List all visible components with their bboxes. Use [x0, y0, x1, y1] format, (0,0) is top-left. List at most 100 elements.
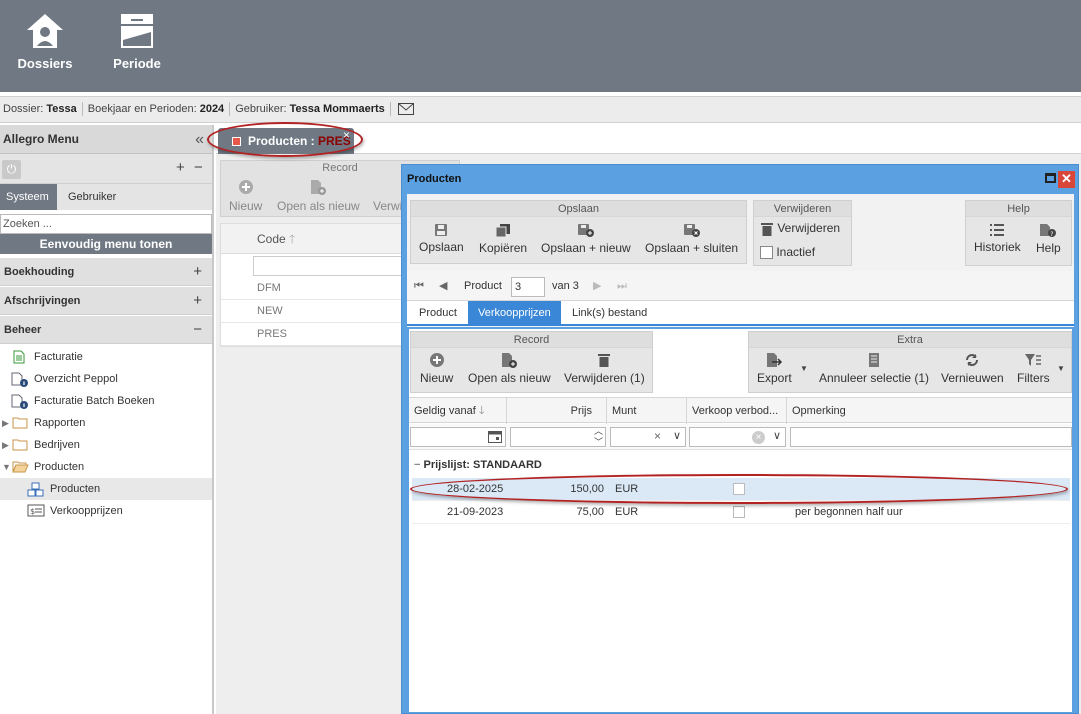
chevron-right-icon[interactable]: ▶ [2, 434, 9, 456]
checkbox-icon[interactable] [760, 246, 773, 260]
sidebar-item-producten[interactable]: Producten [0, 478, 212, 500]
section-boekhouding[interactable]: Boekhouding + [0, 257, 212, 286]
table-row[interactable]: 21-09-2023 75,00 EUR per begonnen half u… [412, 501, 1070, 524]
opslaan-button[interactable]: Opslaan [419, 223, 464, 254]
clear-icon[interactable]: × [654, 429, 661, 443]
column-opmerking[interactable]: Opmerking [787, 398, 1072, 424]
close-icon[interactable]: ✕ [1058, 171, 1075, 188]
expand-icon[interactable]: + [193, 258, 202, 286]
price-filter-input[interactable]: ︿ ﹀ [510, 426, 606, 448]
table-row[interactable]: DFM [221, 277, 409, 300]
search-input[interactable]: Zoeken ... [0, 214, 212, 234]
dossiers-button[interactable]: Dossiers [5, 12, 85, 71]
opmerking-filter-input[interactable] [790, 427, 1072, 447]
verbod-checkbox[interactable] [733, 483, 745, 495]
expand-icon[interactable]: + [193, 287, 202, 315]
group-label: Prijslijst: STANDAARD [423, 459, 542, 471]
close-icon[interactable]: × [343, 122, 350, 148]
previous-record-icon[interactable]: ◀ [439, 271, 447, 301]
tab-verkoopprijzen[interactable]: Verkoopprijzen [468, 301, 561, 326]
sidebar-item-producten-folder[interactable]: ▼ Producten [0, 456, 212, 478]
currency-filter-select[interactable]: × ∨ [610, 427, 686, 447]
last-record-icon[interactable]: ⏭ [617, 271, 627, 301]
column-verkoop-verbod[interactable]: Verkoop verbod... [687, 398, 787, 424]
date-filter-input[interactable] [410, 427, 506, 447]
bg-open-als-nieuw-button[interactable]: Open als nieuw [277, 179, 360, 213]
sidebar-item-facturatie-batch-boeken[interactable]: Facturatie Batch Boeken [0, 390, 212, 412]
collapse-icon[interactable]: « [195, 125, 204, 154]
calendar-icon[interactable] [488, 431, 502, 443]
mail-icon[interactable] [397, 103, 414, 116]
annuleer-selectie-button[interactable]: Annuleer selectie (1) [819, 352, 929, 385]
section-afschrijvingen[interactable]: Afschrijvingen + [0, 286, 212, 315]
clear-icon[interactable]: × [752, 431, 765, 444]
chevron-right-icon[interactable]: ▶ [2, 412, 9, 434]
record-group: Record Nieuw Open als nieuw Verwijderen … [410, 331, 653, 393]
open-als-nieuw-button[interactable]: Open als nieuw [468, 352, 551, 385]
kopieren-button[interactable]: Kopiëren [479, 223, 527, 255]
tab-gebruiker[interactable]: Gebruiker [62, 184, 122, 210]
checkbox-label: Inactief [776, 245, 816, 259]
sidebar-item-facturatie[interactable]: Facturatie [0, 346, 212, 368]
bg-nieuw-button[interactable]: Nieuw [229, 179, 262, 213]
sidebar-item-verkoopprijzen[interactable]: $ Verkoopprijzen [0, 500, 212, 522]
producten-dialog: Producten ✕ Opslaan Opslaan Kopiëren Ops… [401, 164, 1079, 714]
opslaan-nieuw-button[interactable]: Opslaan + nieuw [541, 223, 631, 255]
table-row[interactable]: PRES [221, 323, 409, 346]
group-row[interactable]: − Prijslijst: STANDAARD [409, 454, 542, 476]
table-row[interactable]: 28-02-2025 150,00 EUR [412, 478, 1070, 501]
opslaan-sluiten-button[interactable]: Opslaan + sluiten [645, 223, 738, 255]
verwijderen-button[interactable]: Verwijderen [760, 221, 840, 237]
maximize-icon[interactable] [1045, 173, 1056, 183]
tab-links-bestand[interactable]: Link(s) bestand [562, 301, 657, 326]
sidebar-item-bedrijven[interactable]: ▶ Bedrijven [0, 434, 212, 456]
collapse-all-icon[interactable]: − [194, 159, 203, 176]
chevron-down-icon[interactable]: ▼ [2, 456, 11, 478]
periode-button[interactable]: Periode [97, 12, 177, 71]
svg-text:$: $ [30, 507, 35, 516]
verbod-checkbox[interactable] [733, 506, 745, 518]
first-record-icon[interactable]: ⏮ [414, 271, 424, 301]
bg-verwijderen-button[interactable]: Verwi [373, 179, 402, 213]
power-icon[interactable]: ⏻ [2, 160, 21, 179]
code-filter-input[interactable] [253, 256, 409, 276]
chevron-down-icon[interactable]: ∨ [673, 429, 681, 442]
dropdown-icon[interactable]: ▼ [1057, 364, 1065, 373]
section-label: Boekhouding [4, 266, 75, 278]
record-number-input[interactable]: 3 [511, 277, 545, 297]
sidebar-item-overzicht-peppol[interactable]: Overzicht Peppol [0, 368, 212, 390]
inactief-checkbox[interactable]: Inactief [760, 245, 816, 260]
column-munt[interactable]: Munt [607, 398, 687, 424]
historiek-button[interactable]: Historiek [974, 223, 1021, 254]
verwijderen-selection-button[interactable]: Verwijderen (1) [564, 352, 645, 385]
vernieuwen-button[interactable]: Vernieuwen [941, 352, 1004, 385]
filter-icon [1025, 354, 1042, 366]
nieuw-button[interactable]: Nieuw [420, 352, 453, 385]
tab-systeem[interactable]: Systeem [0, 184, 57, 210]
simple-menu-button[interactable]: Eenvoudig menu tonen [0, 234, 212, 254]
verbod-filter-select[interactable]: × ∨ [689, 427, 786, 447]
column-geldig-vanaf[interactable]: Geldig vanaf 🡓 [409, 398, 507, 424]
chevron-down-icon[interactable]: ∨ [773, 429, 781, 442]
collapse-icon[interactable]: − [414, 459, 420, 471]
stepper-icon[interactable]: ︿ ﹀ [594, 426, 603, 448]
next-record-icon[interactable]: ▶ [593, 271, 601, 301]
sidebar-item-label: Rapporten [34, 417, 86, 429]
help-button[interactable]: ? Help [1036, 223, 1061, 255]
sidebar-item-rapporten[interactable]: ▶ Rapporten [0, 412, 212, 434]
filters-button[interactable]: Filters [1017, 352, 1050, 385]
button-label: Verwijderen (1) [564, 371, 645, 385]
export-button[interactable]: Export [757, 352, 792, 385]
table-row[interactable]: NEW [221, 300, 409, 323]
tab-product[interactable]: Product [409, 301, 467, 326]
expand-all-icon[interactable]: + [176, 159, 185, 176]
code-column-header[interactable]: Code 🡑 [221, 224, 409, 254]
cell-price: 150,00 [570, 483, 604, 495]
section-beheer[interactable]: Beheer − [0, 315, 212, 344]
column-prijs[interactable]: Prijs [507, 398, 607, 424]
collapse-icon[interactable]: − [193, 316, 202, 344]
tab-producten-pres[interactable]: Producten : PRES × [218, 128, 354, 154]
sidebar-item-label: Overzicht Peppol [34, 373, 118, 385]
dropdown-icon[interactable]: ▼ [800, 364, 808, 373]
sidebar-item-label: Facturatie Batch Boeken [34, 395, 155, 407]
